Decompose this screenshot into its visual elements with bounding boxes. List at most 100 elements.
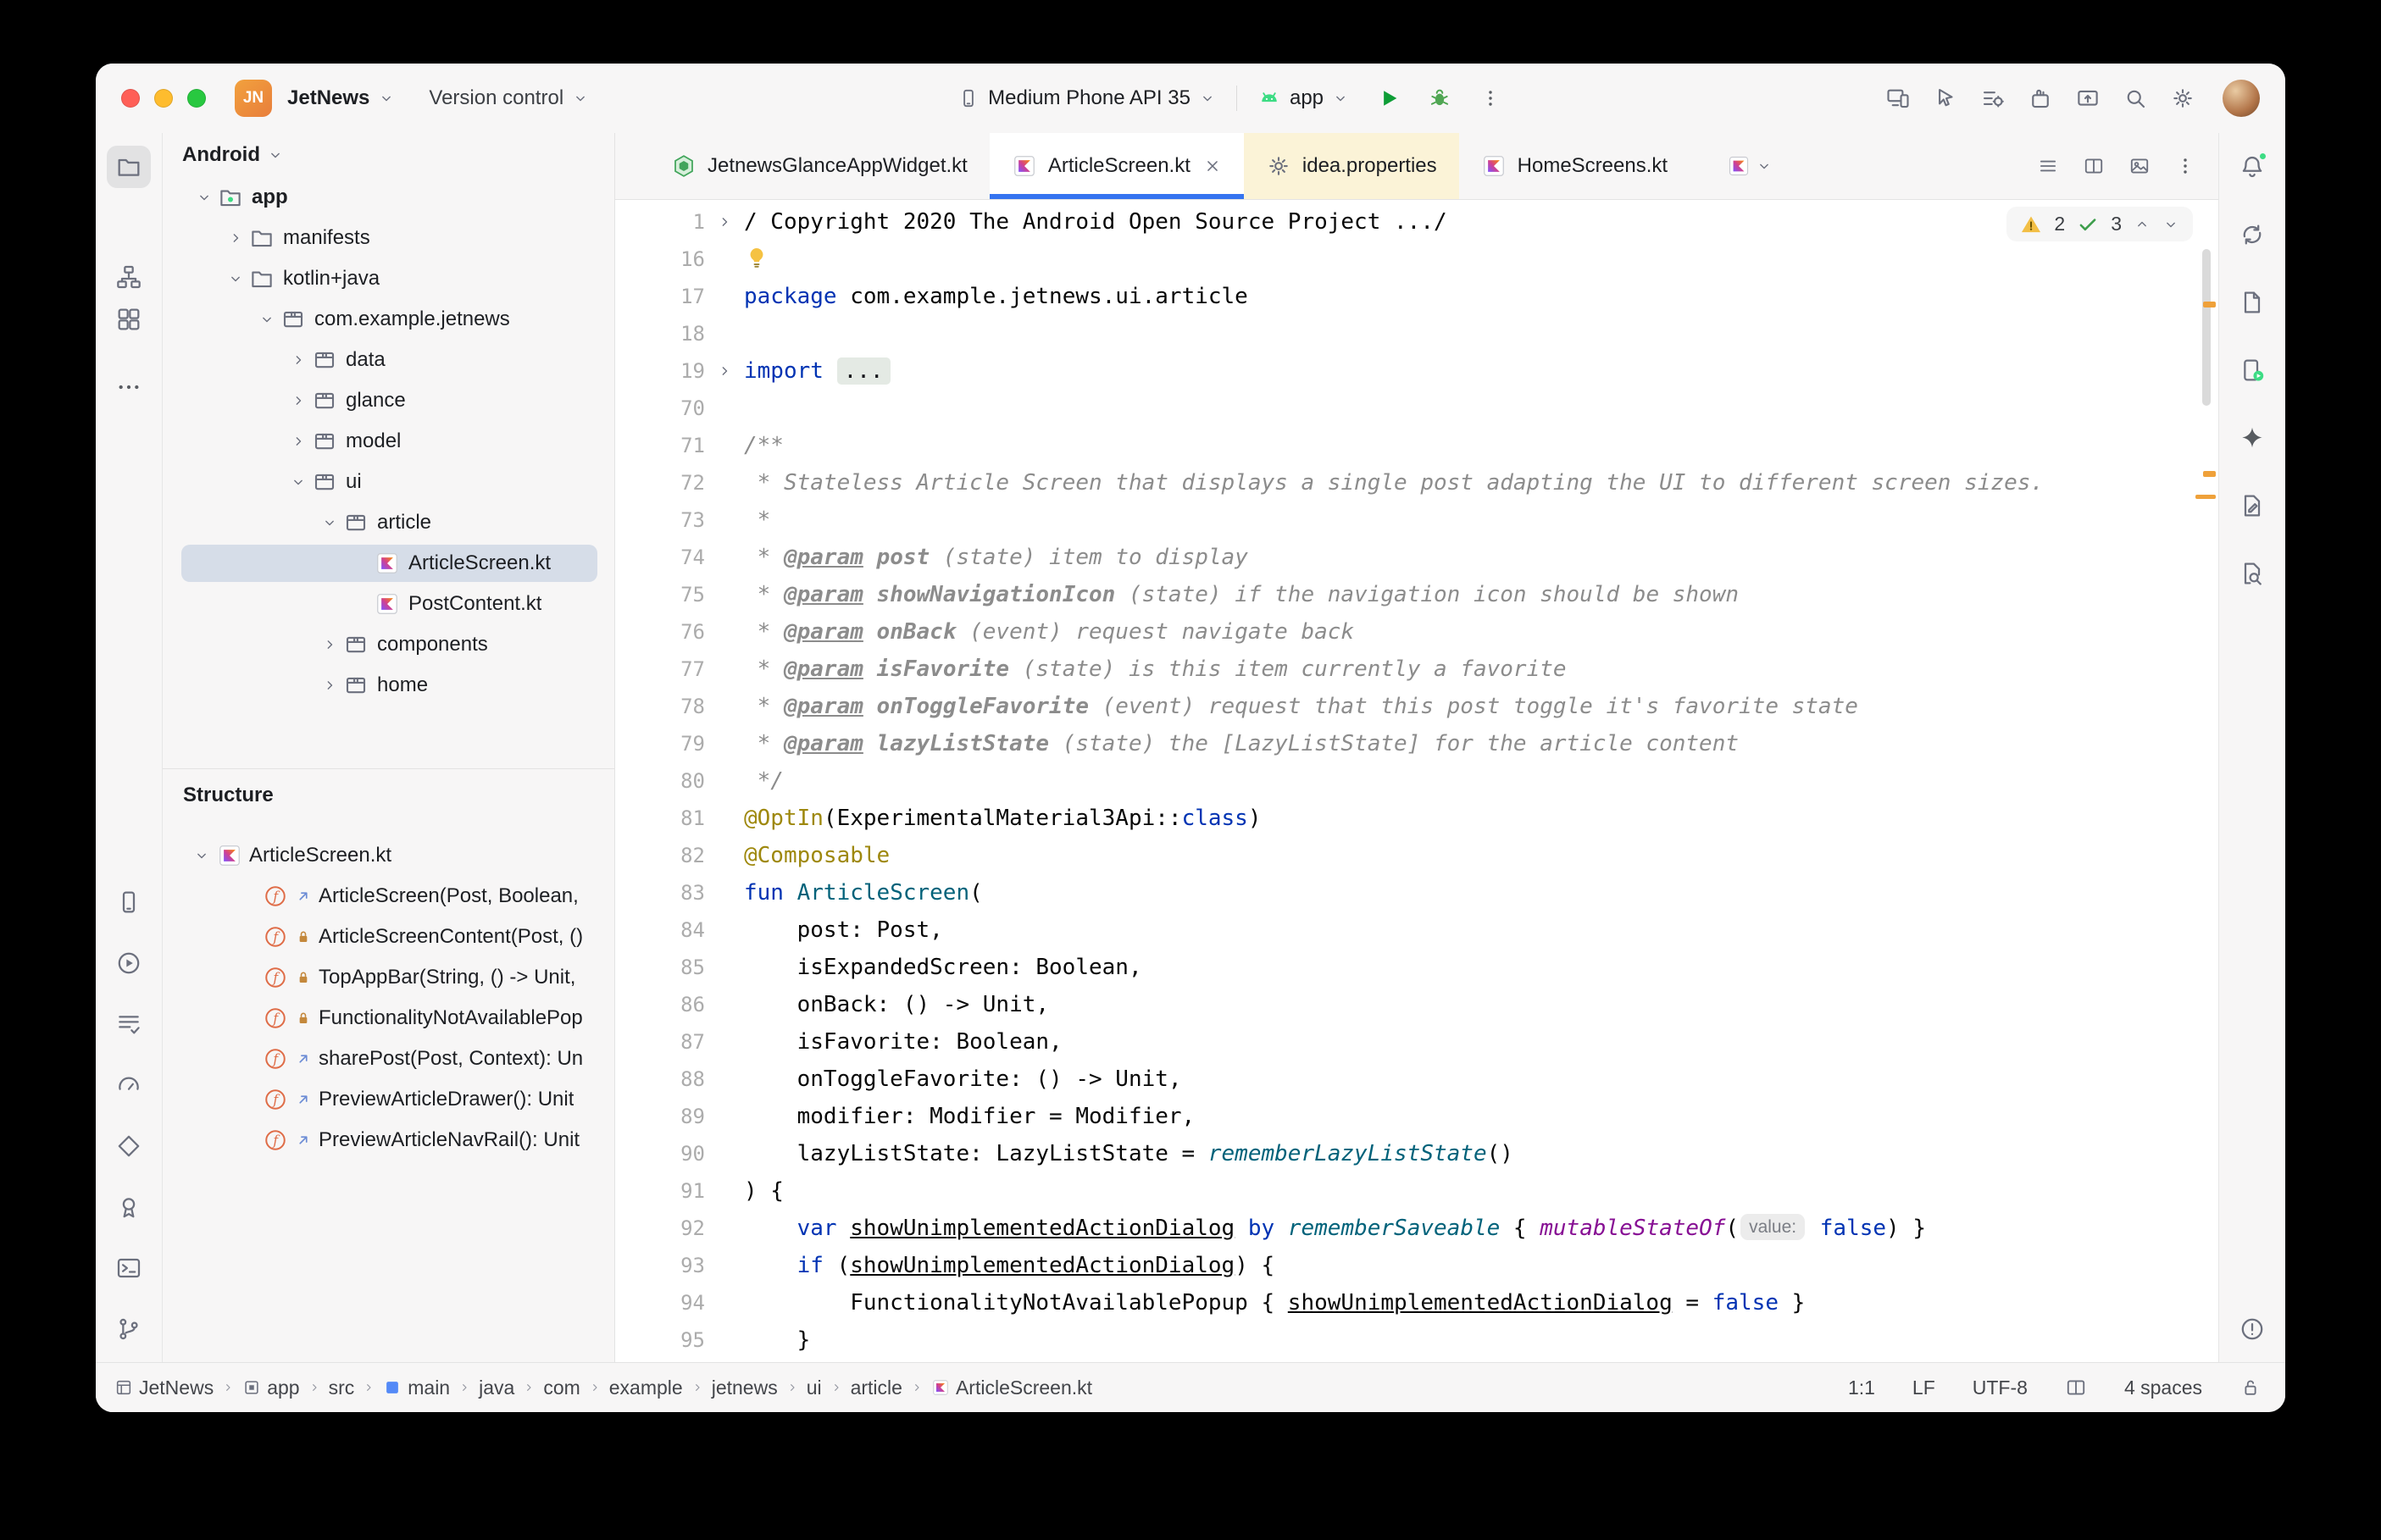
settings-icon[interactable] <box>2163 79 2202 118</box>
structure-tool-button[interactable] <box>107 298 151 341</box>
breadcrumb-src[interactable]: src <box>329 1377 355 1399</box>
logcat-button[interactable] <box>107 1003 151 1045</box>
live-edit-button[interactable] <box>2230 485 2274 527</box>
intention-bulb-icon[interactable] <box>744 245 769 270</box>
write-access-icon[interactable] <box>2239 1377 2262 1399</box>
code-line-89[interactable]: 89 modifier: Modifier = Modifier, <box>615 1098 2218 1135</box>
editor-columns-icon[interactable] <box>2065 1377 2087 1399</box>
search-everywhere-icon[interactable] <box>2116 79 2155 118</box>
tab-list-button[interactable] <box>2029 147 2067 186</box>
fold-marker-icon[interactable] <box>705 203 744 241</box>
breadcrumb-example[interactable]: example <box>609 1377 683 1399</box>
breadcrumb-ArticleScreen.kt[interactable]: ArticleScreen.kt <box>931 1377 1092 1399</box>
gradle-sync-button[interactable] <box>2230 213 2274 256</box>
code-line-81[interactable]: 81@OptIn(ExperimentalMaterial3Api::class… <box>615 800 2218 837</box>
structure-item-FunctionalityNotAvailablePop[interactable]: fFunctionalityNotAvailablePop <box>163 998 614 1039</box>
file-encoding[interactable]: UTF-8 <box>1973 1377 2028 1399</box>
warning-stripe-mark[interactable] <box>2203 302 2216 307</box>
code-line-17[interactable]: 17package com.example.jetnews.ui.article <box>615 278 2218 315</box>
structure-root-item[interactable]: ArticleScreen.kt <box>163 835 614 876</box>
project-tree-item-manifests[interactable]: manifests <box>163 218 614 258</box>
code-line-18[interactable]: 18 <box>615 315 2218 352</box>
hidden-tabs-dropdown[interactable] <box>1727 133 1773 199</box>
avatar[interactable] <box>2223 80 2260 117</box>
tab-JetnewsGlanceAppWidget.kt[interactable]: JetnewsGlanceAppWidget.kt <box>649 133 990 199</box>
notifications-button[interactable] <box>2230 146 2274 188</box>
close-tab-icon[interactable] <box>1203 157 1222 175</box>
code-line-91[interactable]: 91) { <box>615 1172 2218 1210</box>
version-control-tool-button[interactable] <box>107 1308 151 1350</box>
structure-item-ArticleScreen(Post, Boolean,[interactable]: fArticleScreen(Post, Boolean, <box>163 876 614 917</box>
breadcrumb-article[interactable]: article <box>851 1377 902 1399</box>
gemini-button[interactable] <box>2230 417 2274 459</box>
editor-options-button[interactable] <box>2166 147 2205 186</box>
chevron-right-icon[interactable] <box>321 636 338 653</box>
structure-item-PreviewArticleDrawer(): Unit[interactable]: fPreviewArticleDrawer(): Unit <box>163 1079 614 1120</box>
run-tool-button[interactable] <box>107 942 151 984</box>
previous-problem-icon[interactable] <box>2134 216 2151 233</box>
structure-item-ArticleScreenContent(Post, ()[interactable]: fArticleScreenContent(Post, () <box>163 917 614 957</box>
more-tool-windows-button[interactable] <box>107 366 151 408</box>
editor-scrollbar[interactable] <box>2202 249 2211 406</box>
chevron-right-icon[interactable] <box>321 677 338 694</box>
code-line-85[interactable]: 85 isExpandedScreen: Boolean, <box>615 949 2218 986</box>
inspection-widget[interactable]: 2 3 <box>2006 207 2193 241</box>
code-line-80[interactable]: 80 */ <box>615 762 2218 800</box>
code-line-16[interactable]: 16 <box>615 241 2218 278</box>
tab-ArticleScreen.kt[interactable]: ArticleScreen.kt <box>990 133 1244 199</box>
project-tree-item-home[interactable]: home <box>163 665 614 706</box>
device-manager-button[interactable] <box>107 881 151 923</box>
project-tree-item-app[interactable]: app <box>163 177 614 218</box>
code-area[interactable]: 1/ Copyright 2020 The Android Open Sourc… <box>615 200 2218 1359</box>
code-line-78[interactable]: 78 * @param onToggleFavorite (event) req… <box>615 688 2218 725</box>
zoom-window-button[interactable] <box>187 89 206 108</box>
chevron-right-icon[interactable] <box>290 352 307 368</box>
code-line-86[interactable]: 86 onBack: () -> Unit, <box>615 986 2218 1023</box>
project-tree-item-PostContent.kt[interactable]: PostContent.kt <box>163 584 614 624</box>
code-line-19[interactable]: 19import ... <box>615 352 2218 390</box>
next-problem-icon[interactable] <box>2162 216 2179 233</box>
project-tree-item-ArticleScreen.kt[interactable]: ArticleScreen.kt <box>163 543 614 584</box>
run-button[interactable] <box>1369 79 1408 118</box>
breadcrumb-main[interactable]: main <box>383 1377 450 1399</box>
device-selector[interactable]: Medium Phone API 35 <box>957 86 1216 110</box>
code-line-88[interactable]: 88 onToggleFavorite: () -> Unit, <box>615 1061 2218 1098</box>
play-console-button[interactable] <box>107 1186 151 1228</box>
chevron-down-icon[interactable] <box>193 847 210 864</box>
chevron-down-icon[interactable] <box>258 311 275 328</box>
code-line-75[interactable]: 75 * @param showNavigationIcon (state) i… <box>615 576 2218 613</box>
chevron-right-icon[interactable] <box>290 433 307 450</box>
commit-tool-button[interactable] <box>107 256 151 298</box>
tab-HomeScreens.kt[interactable]: HomeScreens.kt <box>1459 133 1690 199</box>
problems-button[interactable] <box>2230 1308 2274 1350</box>
warning-stripe-mark[interactable] <box>2203 471 2216 477</box>
chevron-down-icon[interactable] <box>290 474 307 490</box>
code-line-87[interactable]: 87 isFavorite: Boolean, <box>615 1023 2218 1061</box>
chevron-down-icon[interactable] <box>321 514 338 531</box>
preview-button[interactable] <box>2120 147 2159 186</box>
code-line-70[interactable]: 70 <box>615 390 2218 427</box>
task-list-icon[interactable] <box>1973 79 2012 118</box>
code-line-90[interactable]: 90 lazyListState: LazyListState = rememb… <box>615 1135 2218 1172</box>
fold-marker-icon[interactable] <box>705 352 744 390</box>
device-mirroring-icon[interactable] <box>1879 79 1918 118</box>
terminal-button[interactable] <box>107 1247 151 1289</box>
run-configuration-selector[interactable]: app <box>1257 86 1349 110</box>
profiler-button[interactable] <box>107 1064 151 1106</box>
version-control-menu[interactable]: Version control <box>429 86 589 110</box>
code-line-72[interactable]: 72 * Stateless Article Screen that displ… <box>615 464 2218 501</box>
breadcrumb-JetNews[interactable]: JetNews <box>114 1377 214 1399</box>
minimize-window-button[interactable] <box>154 89 173 108</box>
project-tree-item-data[interactable]: data <box>163 340 614 380</box>
code-line-84[interactable]: 84 post: Post, <box>615 911 2218 949</box>
project-selector[interactable]: JetNews <box>287 86 395 110</box>
code-with-me-icon[interactable] <box>1926 79 1965 118</box>
more-run-options-button[interactable] <box>1471 79 1510 118</box>
warning-stripe-mark[interactable] <box>2195 495 2216 499</box>
breadcrumb-app[interactable]: app <box>242 1377 299 1399</box>
project-tool-button[interactable] <box>107 146 151 188</box>
close-window-button[interactable] <box>121 89 140 108</box>
chevron-down-icon[interactable] <box>227 270 244 287</box>
project-tree-item-article[interactable]: article <box>163 502 614 543</box>
app-quality-insights-button[interactable] <box>107 1125 151 1167</box>
